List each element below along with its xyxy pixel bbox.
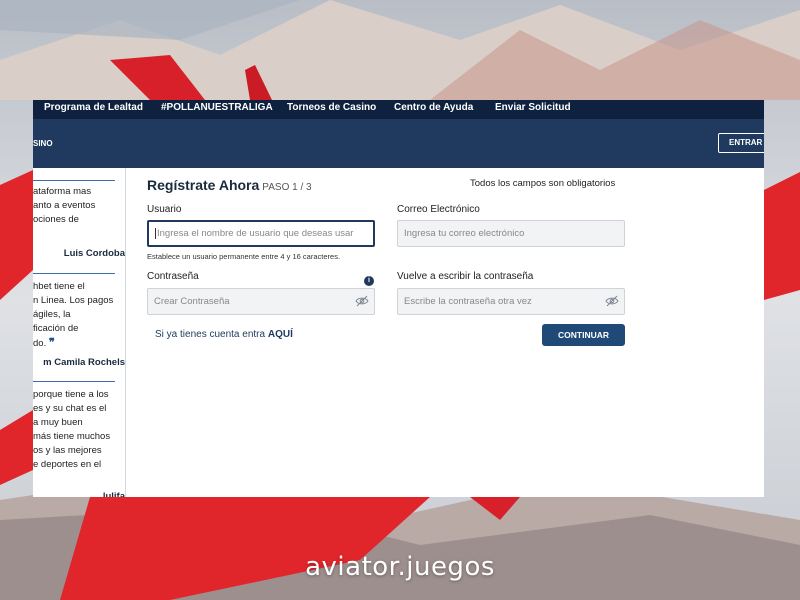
login-prompt-text: Si ya tienes cuenta entra xyxy=(155,329,266,340)
username-hint: Establece un usuario permanente entre 4 … xyxy=(147,252,341,261)
registration-form: Regístrate Ahora PASO 1 / 3 Todos los cam… xyxy=(147,168,627,468)
testimonial-line: ociones de xyxy=(33,214,79,225)
testimonial-author: m Camila Rochels xyxy=(43,357,125,368)
testimonials-panel: ataforma mas anto a eventos ociones de L… xyxy=(33,168,126,497)
testimonial-line: e deportes en el xyxy=(33,459,102,470)
testimonial-line: ataforma mas xyxy=(33,186,92,197)
username-input[interactable]: Ingresa el nombre de usuario que deseas … xyxy=(147,220,375,247)
testimonial-divider xyxy=(33,180,115,181)
password-input[interactable]: Crear Contraseña xyxy=(147,288,375,315)
airplane-wing-right xyxy=(764,172,800,300)
nav-polla-nuestra-liga[interactable]: #POLLANUESTRALIGA xyxy=(161,102,273,113)
email-input[interactable]: Ingresa tu correo electrónico xyxy=(397,220,625,247)
info-icon[interactable]: i xyxy=(364,276,374,286)
password-confirm-input[interactable]: Escribe la contraseña otra vez xyxy=(397,288,625,315)
email-placeholder: Ingresa tu correo electrónico xyxy=(404,228,525,239)
page-title: Regístrate Ahora PASO 1 / 3 xyxy=(147,177,312,193)
testimonial-line: ágiles, la xyxy=(33,309,71,320)
password-confirm-placeholder: Escribe la contraseña otra vez xyxy=(404,296,532,307)
testimonial-card: porque tiene a los es y su chat es el a … xyxy=(33,388,115,472)
testimonial-author: Luis Cordoba xyxy=(63,248,125,259)
testimonial-line: ficación de xyxy=(33,323,79,334)
testimonial-line: porque tiene a los xyxy=(33,389,109,400)
brand-text[interactable]: SINO xyxy=(33,139,53,148)
eye-slash-icon[interactable] xyxy=(605,295,619,307)
site-header: SINO ENTRAR xyxy=(33,119,764,168)
nav-torneos-casino[interactable]: Torneos de Casino xyxy=(287,102,376,113)
login-prompt: Si ya tienes cuenta entra AQUÍ xyxy=(155,329,293,340)
password-label: Contraseña xyxy=(147,271,199,282)
password-confirm-label: Vuelve a escribir la contraseña xyxy=(397,271,534,282)
testimonial-line: anto a eventos xyxy=(33,200,96,211)
text-cursor xyxy=(155,227,156,239)
registration-page: Programa de Lealtad #POLLANUESTRALIGA To… xyxy=(33,100,764,497)
testimonial-line: más tiene muchos xyxy=(33,431,111,442)
email-label: Correo Electrónico xyxy=(397,204,480,215)
testimonial-line: a muy buen xyxy=(33,417,83,428)
eye-slash-icon[interactable] xyxy=(355,295,369,307)
login-button[interactable]: ENTRAR xyxy=(718,133,764,153)
testimonial-card: ataforma mas anto a eventos ociones de xyxy=(33,185,115,227)
nav-centro-ayuda[interactable]: Centro de Ayuda xyxy=(394,102,473,113)
testimonial-author: lulifa xyxy=(102,491,125,497)
continue-button[interactable]: CONTINUAR xyxy=(542,324,625,346)
nav-enviar-solicitud[interactable]: Enviar Solicitud xyxy=(495,102,571,113)
testimonial-line: do. xyxy=(33,338,47,349)
testimonial-line: n Linea. Los pagos xyxy=(33,295,114,306)
testimonial-card: hbet tiene el n Linea. Los pagos ágiles,… xyxy=(33,280,115,351)
login-link[interactable]: AQUÍ xyxy=(268,329,293,340)
testimonial-divider xyxy=(33,273,115,274)
testimonial-divider xyxy=(33,381,115,382)
testimonial-line: hbet tiene el xyxy=(33,281,85,292)
nav-programa-lealtad[interactable]: Programa de Lealtad xyxy=(44,102,143,113)
testimonial-line: os y las mejores xyxy=(33,445,102,456)
step-indicator: PASO 1 / 3 xyxy=(262,182,312,193)
required-fields-note: Todos los campos son obligatorios xyxy=(470,178,616,189)
password-placeholder: Crear Contraseña xyxy=(154,296,230,307)
top-navigation: Programa de Lealtad #POLLANUESTRALIGA To… xyxy=(33,100,764,119)
form-title: Regístrate Ahora xyxy=(147,177,260,193)
username-placeholder: Ingresa el nombre de usuario que deseas … xyxy=(157,228,354,239)
watermark-text: aviator.juegos xyxy=(305,552,495,582)
username-label: Usuario xyxy=(147,204,182,215)
quote-icon: ❞ xyxy=(48,337,55,349)
testimonial-line: es y su chat es el xyxy=(33,403,107,414)
